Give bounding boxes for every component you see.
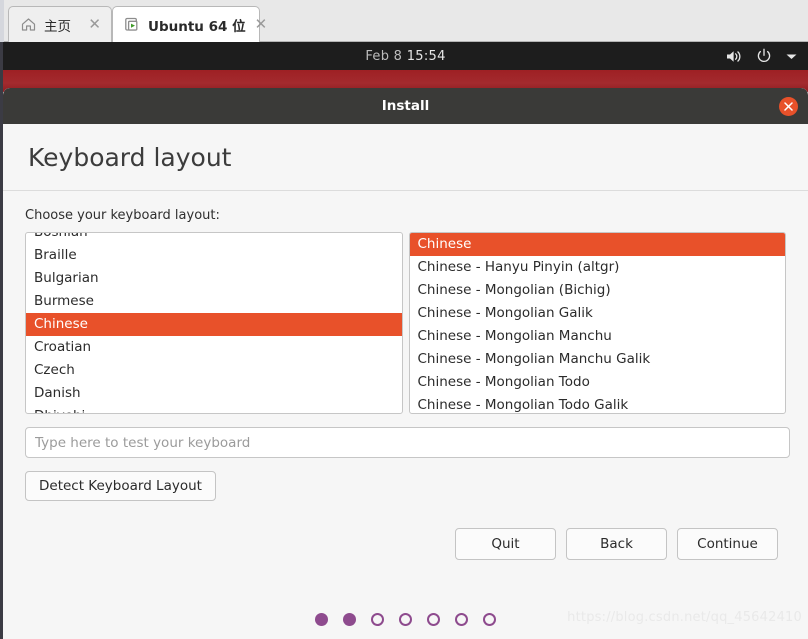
chevron-down-icon[interactable] xyxy=(785,52,798,61)
continue-button[interactable]: Continue xyxy=(677,528,778,560)
list-item[interactable]: Chinese - Mongolian Galik xyxy=(410,302,786,325)
power-icon[interactable] xyxy=(756,48,772,64)
quit-button[interactable]: Quit xyxy=(455,528,556,560)
list-item[interactable]: Burmese xyxy=(26,290,402,313)
list-item[interactable]: Bulgarian xyxy=(26,267,402,290)
progress-dot xyxy=(483,613,496,626)
close-icon[interactable]: ✕ xyxy=(86,17,103,32)
home-icon xyxy=(20,16,37,33)
list-item[interactable]: Dhivehi xyxy=(26,405,402,413)
window-title: Install xyxy=(381,98,430,114)
close-icon[interactable]: ✕ xyxy=(253,17,270,32)
list-item[interactable]: Chinese - Mongolian Manchu Galik xyxy=(410,348,786,371)
page-header: Keyboard layout xyxy=(3,124,808,191)
list-item[interactable]: Chinese - Mongolian Todo Galik xyxy=(410,394,786,413)
window-close-button[interactable] xyxy=(779,97,798,116)
installer-window: Install Keyboard layout Choose your keyb… xyxy=(3,88,808,639)
vm-tab-home-label: 主页 xyxy=(44,18,71,35)
volume-icon[interactable] xyxy=(726,49,743,64)
vm-play-icon xyxy=(124,16,141,33)
list-item[interactable]: Chinese xyxy=(409,233,785,256)
list-item[interactable]: Chinese - Mongolian Todo xyxy=(410,371,786,394)
vm-tab-home[interactable]: 主页 ✕ xyxy=(8,6,112,42)
keyboard-test-input[interactable] xyxy=(25,427,790,458)
vm-tab-ubuntu[interactable]: Ubuntu 64 位 ✕ xyxy=(112,6,267,42)
page-title: Keyboard layout xyxy=(28,142,232,172)
window-title-bar: Install xyxy=(3,88,808,124)
list-item[interactable]: Chinese - Mongolian (Bichig) xyxy=(410,279,786,302)
clock-time: 15:54 xyxy=(406,48,446,64)
system-indicators xyxy=(726,42,798,70)
keyboard-layout-list[interactable]: Bosnian Braille Bulgarian Burmese Chinese Cro… xyxy=(25,232,403,414)
list-item[interactable]: Danish xyxy=(26,382,402,405)
progress-dot xyxy=(343,613,356,626)
desktop-top-bar: Feb 8 15:54 xyxy=(3,42,808,70)
back-button[interactable]: Back xyxy=(566,528,667,560)
guest-screen: Feb 8 15:54 Install Keyboard layout Choo… xyxy=(0,42,808,639)
watermark-text: https://blog.csdn.net/qq_45642410 xyxy=(567,610,802,625)
detect-keyboard-layout-button[interactable]: Detect Keyboard Layout xyxy=(25,471,216,501)
progress-dot xyxy=(399,613,412,626)
clock-date: Feb 8 xyxy=(365,48,403,64)
vm-tab-strip: 主页 ✕ Ubuntu 64 位 ✕ xyxy=(0,0,808,42)
progress-dot xyxy=(371,613,384,626)
list-item[interactable]: Chinese - Mongolian Manchu xyxy=(410,325,786,348)
wizard-actions: Quit Back Continue xyxy=(25,528,786,560)
list-item[interactable]: Chinese xyxy=(26,313,402,336)
list-item[interactable]: Chinese - Hanyu Pinyin (altgr) xyxy=(410,256,786,279)
list-item[interactable]: Braille xyxy=(26,244,402,267)
progress-dot xyxy=(315,613,328,626)
list-item[interactable]: Croatian xyxy=(26,336,402,359)
list-item[interactable]: Bosnian xyxy=(26,233,402,244)
keyboard-variant-list[interactable]: Chinese Chinese - Hanyu Pinyin (altgr) Chi… xyxy=(408,232,786,414)
page-body: Choose your keyboard layout: Bosnian Brai… xyxy=(3,191,808,560)
progress-dot xyxy=(427,613,440,626)
layout-selection-area: Bosnian Braille Bulgarian Burmese Chinese Cro… xyxy=(25,232,786,414)
vm-tab-ubuntu-label: Ubuntu 64 位 xyxy=(148,18,246,35)
list-item[interactable]: Czech xyxy=(26,359,402,382)
desktop-clock[interactable]: Feb 8 15:54 xyxy=(365,49,445,64)
progress-dot xyxy=(455,613,468,626)
choose-layout-label: Choose your keyboard layout: xyxy=(25,208,220,223)
